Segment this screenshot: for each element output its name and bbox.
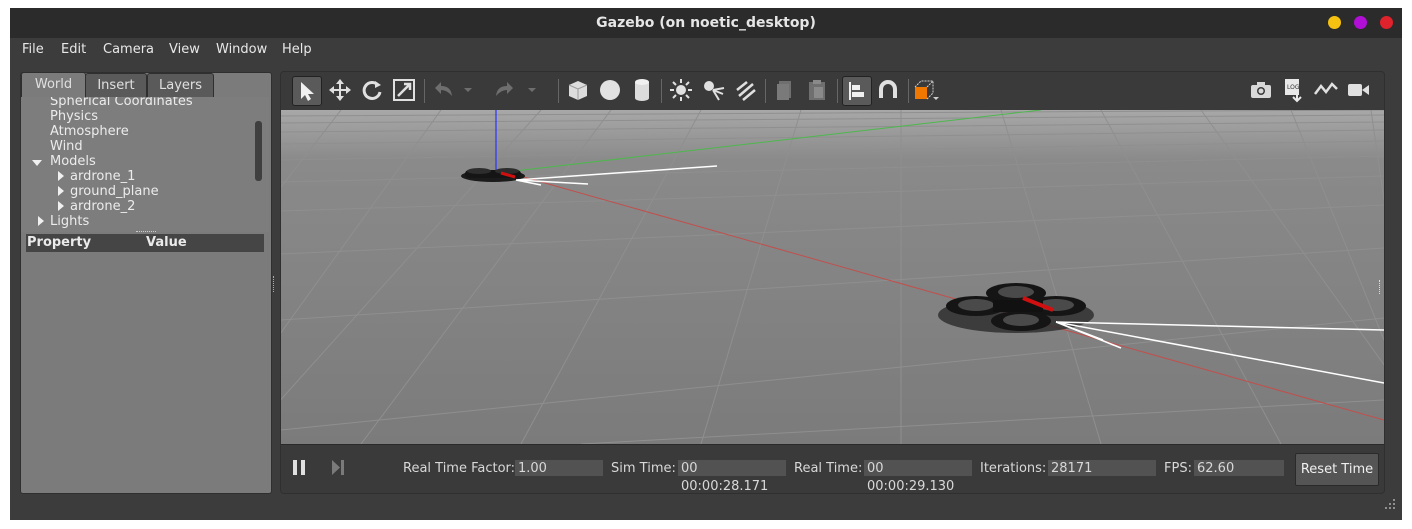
box-icon[interactable] (564, 76, 592, 104)
menu-window[interactable]: Window (216, 42, 267, 57)
log-icon[interactable]: LOG (1280, 76, 1308, 104)
3d-viewport[interactable] (281, 110, 1384, 444)
collapse-arrow-icon[interactable] (58, 186, 64, 196)
fps-label: FPS: (1164, 461, 1192, 476)
close-button[interactable] (1380, 16, 1393, 29)
panel-splitter[interactable] (273, 276, 276, 292)
separator (558, 79, 559, 103)
status-bar: Real Time Factor: 1.00 Sim Time: 00 00:0… (281, 444, 1384, 493)
undo-dropdown-icon[interactable] (461, 76, 475, 104)
tab-world[interactable]: World (21, 72, 86, 97)
window-title: Gazebo (on noetic_desktop) (596, 15, 816, 31)
tree-item-lights[interactable]: Lights (50, 214, 89, 229)
directional-light-icon[interactable] (731, 76, 759, 104)
world-panel: World Insert Layers Spherical Coordinate… (20, 72, 272, 494)
separator (424, 79, 425, 103)
align-icon[interactable] (842, 76, 872, 106)
spot-light-icon[interactable] (699, 76, 727, 104)
menu-camera[interactable]: Camera (103, 42, 154, 57)
resize-grip-icon[interactable] (1384, 498, 1396, 514)
snap-icon[interactable] (874, 76, 902, 104)
tree-item-atmosphere[interactable]: Atmosphere (50, 124, 129, 139)
reset-time-button[interactable]: Reset Time (1295, 453, 1379, 486)
render-panel: LOG Real Time Factor: 1.00 Sim Time: 00 … (280, 71, 1385, 494)
step-icon[interactable] (329, 458, 349, 482)
tree-scrollbar[interactable] (255, 121, 262, 181)
sim-time-label: Sim Time: (611, 461, 676, 476)
view-angle-icon[interactable] (912, 76, 940, 104)
tree-item-ardrone-1[interactable]: ardrone_1 (70, 169, 135, 184)
tree-item-spherical-coordinates[interactable]: Spherical Coordinates (50, 97, 193, 109)
iterations-label: Iterations: (980, 461, 1047, 476)
pause-icon[interactable] (291, 458, 309, 482)
property-column-header[interactable]: Property (27, 235, 91, 250)
toolbar: LOG (281, 72, 1384, 111)
scene-canvas[interactable] (281, 110, 1384, 444)
tree-item-ardrone-2[interactable]: ardrone_2 (70, 199, 135, 214)
sim-time-field: 00 00:00:28.171 (677, 459, 787, 493)
tree-item-ground-plane[interactable]: ground_plane (70, 184, 159, 199)
paste-icon[interactable] (803, 76, 831, 104)
property-header: Property Value (26, 234, 264, 252)
separator (837, 79, 838, 103)
world-tree: Spherical Coordinates Physics Atmosphere… (21, 97, 269, 232)
menu-file[interactable]: File (22, 42, 44, 57)
undo-icon[interactable] (429, 76, 457, 104)
scale-icon[interactable] (390, 76, 418, 104)
plot-icon[interactable] (1312, 76, 1340, 104)
cylinder-icon[interactable] (628, 76, 656, 104)
tree-item-wind[interactable]: Wind (50, 139, 83, 154)
real-time-label: Real Time: (794, 461, 863, 476)
copy-icon[interactable] (771, 76, 799, 104)
menu-help[interactable]: Help (282, 42, 312, 57)
tab-layers[interactable]: Layers (147, 73, 214, 98)
gazebo-window: Gazebo (on noetic_desktop) File Edit Cam… (10, 8, 1402, 520)
maximize-button[interactable] (1354, 16, 1367, 29)
value-column-header[interactable]: Value (146, 235, 187, 250)
tab-insert[interactable]: Insert (85, 73, 147, 98)
menu-bar: File Edit Camera View Window Help (10, 38, 1402, 62)
real-time-field: 00 00:00:29.130 (863, 459, 973, 493)
collapse-arrow-icon[interactable] (58, 201, 64, 211)
real-time-factor-label: Real Time Factor: (403, 461, 516, 476)
point-light-icon[interactable] (667, 76, 695, 104)
separator (661, 79, 662, 103)
menu-view[interactable]: View (169, 42, 200, 57)
tree-item-physics[interactable]: Physics (50, 109, 98, 124)
fps-field: 62.60 (1193, 459, 1285, 477)
expand-arrow-icon[interactable] (32, 160, 42, 166)
minimize-button[interactable] (1328, 16, 1341, 29)
title-bar[interactable]: Gazebo (on noetic_desktop) (10, 8, 1402, 38)
menu-edit[interactable]: Edit (61, 42, 86, 57)
iterations-field: 28171 (1047, 459, 1157, 477)
select-arrow-icon[interactable] (292, 76, 322, 106)
real-time-factor-field: 1.00 (514, 459, 604, 477)
separator (765, 79, 766, 103)
screenshot-icon[interactable] (1247, 76, 1275, 104)
collapse-arrow-icon[interactable] (38, 216, 44, 226)
sphere-icon[interactable] (596, 76, 624, 104)
video-record-icon[interactable] (1344, 76, 1372, 104)
collapse-arrow-icon[interactable] (58, 171, 64, 181)
separator (908, 79, 909, 103)
translate-icon[interactable] (326, 76, 354, 104)
viewport-splitter[interactable] (1379, 280, 1382, 294)
tree-item-models[interactable]: Models (50, 154, 96, 169)
svg-text:LOG: LOG (1287, 84, 1300, 91)
rotate-icon[interactable] (358, 76, 386, 104)
redo-dropdown-icon[interactable] (525, 76, 539, 104)
redo-icon[interactable] (491, 76, 519, 104)
